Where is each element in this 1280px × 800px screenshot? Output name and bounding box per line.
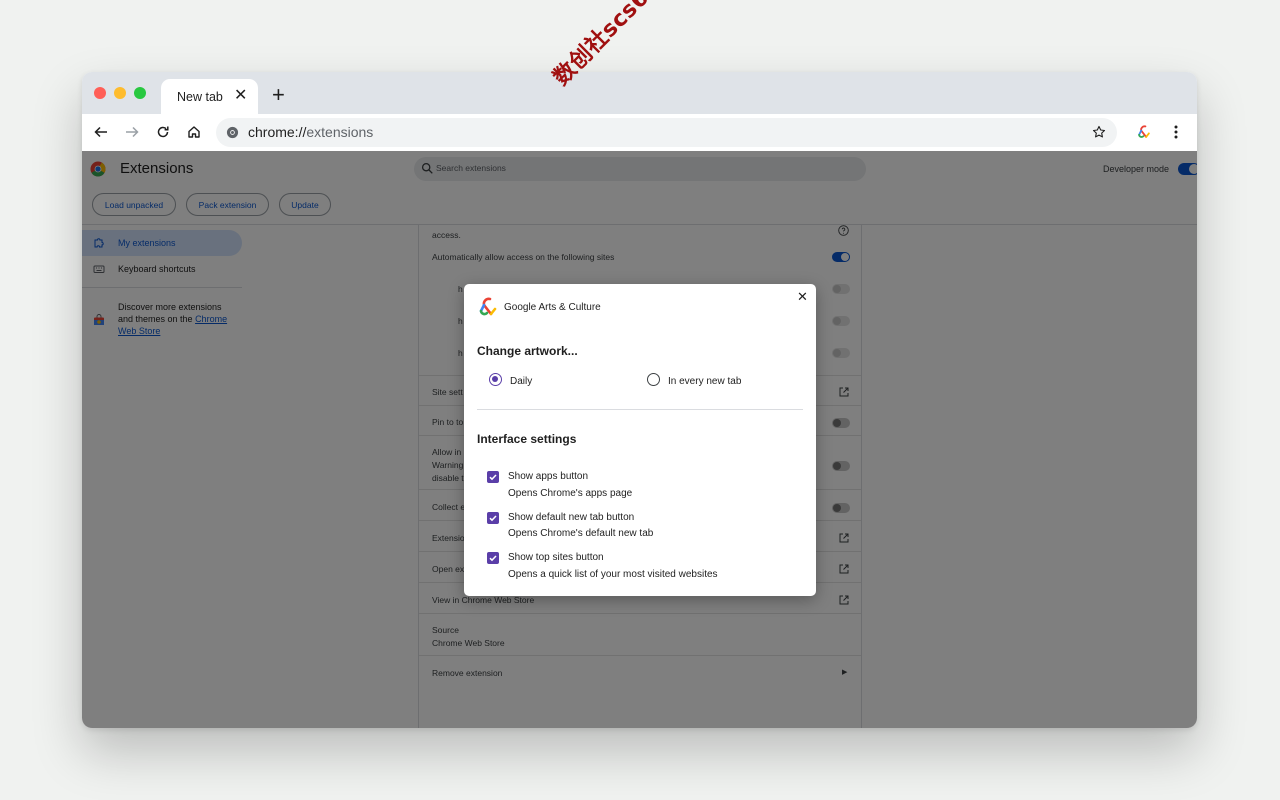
- radio-daily[interactable]: [489, 373, 502, 386]
- show-apps-description: Opens Chrome's apps page: [508, 488, 633, 499]
- address-bar[interactable]: chrome://extensions: [216, 118, 1117, 147]
- url-text: chrome://extensions: [248, 124, 373, 140]
- url-path: extensions: [306, 124, 374, 140]
- show-default-new-tab-checkbox[interactable]: [487, 512, 499, 524]
- options-dialog: Google Arts & Culture ✕ Change artwork..…: [464, 284, 816, 596]
- show-top-sites-checkbox[interactable]: [487, 552, 499, 564]
- maximize-window-button[interactable]: [134, 87, 146, 99]
- show-top-sites-label[interactable]: Show top sites button: [508, 552, 604, 563]
- home-icon[interactable]: [184, 122, 204, 142]
- reload-icon[interactable]: [153, 122, 173, 142]
- show-top-sites-description: Opens a quick list of your most visited …: [508, 569, 718, 580]
- show-apps-checkbox[interactable]: [487, 471, 499, 483]
- radio-daily-label[interactable]: Daily: [510, 376, 532, 387]
- tab-title: New tab: [177, 90, 223, 104]
- minimize-window-button[interactable]: [114, 87, 126, 99]
- radio-every-new-tab[interactable]: [647, 373, 660, 386]
- arts-culture-icon[interactable]: [1134, 122, 1154, 142]
- browser-window: New tab ✕ + chrome://extensions Google A…: [82, 72, 1197, 728]
- chrome-site-icon[interactable]: [224, 124, 240, 140]
- tab-strip: New tab ✕ +: [82, 72, 1197, 114]
- close-window-button[interactable]: [94, 87, 106, 99]
- forward-arrow-icon[interactable]: [122, 122, 142, 142]
- browser-toolbar: chrome://extensions: [82, 114, 1197, 151]
- interface-settings-heading: Interface settings: [477, 432, 577, 446]
- new-tab-button[interactable]: +: [272, 84, 285, 106]
- bookmark-star-icon[interactable]: [1091, 124, 1107, 140]
- dialog-divider: [477, 409, 803, 410]
- show-default-new-tab-label[interactable]: Show default new tab button: [508, 512, 634, 523]
- tab-new-tab[interactable]: New tab ✕: [161, 79, 258, 114]
- show-apps-label[interactable]: Show apps button: [508, 471, 588, 482]
- change-artwork-heading: Change artwork...: [477, 344, 578, 358]
- kebab-menu-icon[interactable]: [1166, 122, 1186, 142]
- close-icon[interactable]: ✕: [797, 290, 808, 303]
- radio-every-new-tab-label[interactable]: In every new tab: [668, 376, 741, 387]
- dialog-title: Google Arts & Culture: [504, 302, 601, 313]
- back-arrow-icon[interactable]: [91, 122, 111, 142]
- extensions-page: Extensions Search extensions Developer m…: [82, 151, 1197, 728]
- show-default-new-tab-description: Opens Chrome's default new tab: [508, 528, 654, 539]
- url-scheme: chrome://: [248, 124, 307, 140]
- arts-culture-icon: [479, 297, 497, 316]
- tab-close-icon[interactable]: ✕: [234, 88, 247, 104]
